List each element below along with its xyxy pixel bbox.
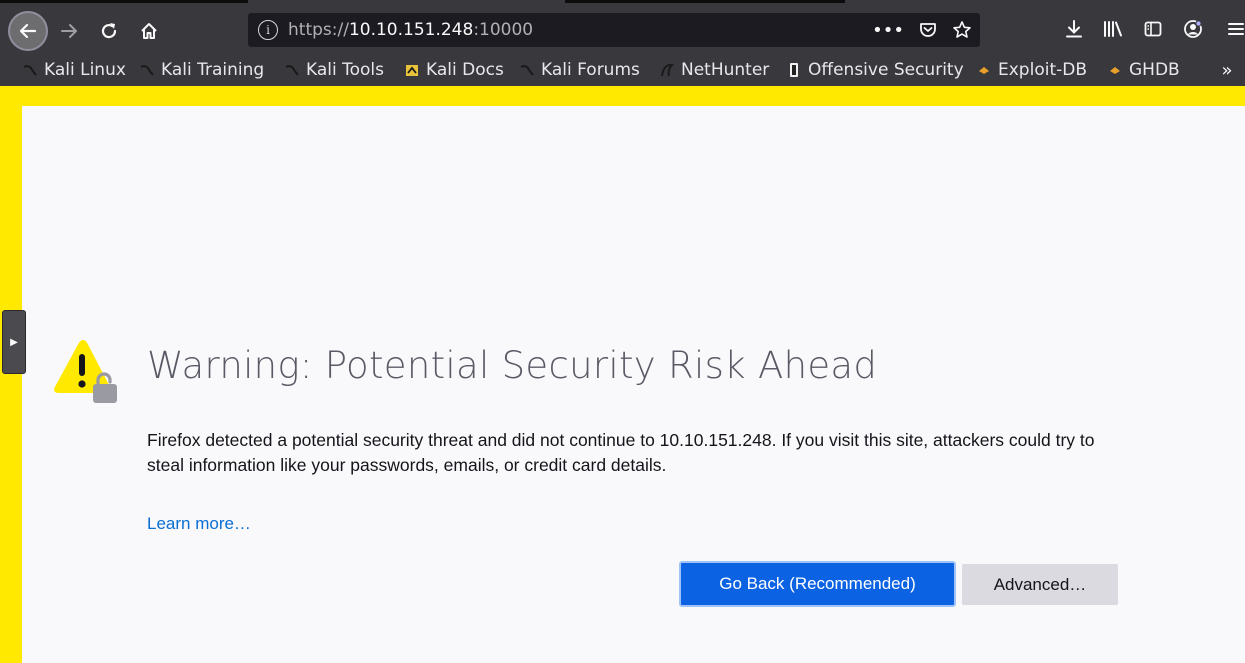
bookmark-label: Kali Linux bbox=[44, 60, 126, 80]
exploitdb-icon bbox=[1107, 62, 1123, 78]
triangle-right-icon: ▶ bbox=[10, 336, 18, 348]
menu-hamburger-icon[interactable] bbox=[1222, 14, 1245, 44]
pocket-icon[interactable] bbox=[918, 20, 938, 40]
home-icon bbox=[141, 23, 157, 39]
kali-dragon-icon bbox=[519, 62, 535, 78]
bookmark-kali-forums[interactable]: Kali Forums bbox=[519, 58, 640, 82]
navigation-toolbar: i https://10.10.151.248:10000 ••• bbox=[0, 0, 1245, 58]
home-button[interactable] bbox=[130, 12, 168, 50]
forward-button[interactable] bbox=[50, 12, 88, 50]
kali-docs-icon bbox=[404, 62, 420, 78]
kali-dragon-icon bbox=[22, 62, 38, 78]
forward-arrow-icon bbox=[61, 24, 77, 38]
tab-strip-edge bbox=[0, 0, 248, 3]
url-port: :10000 bbox=[473, 20, 534, 40]
url-scheme: https:// bbox=[288, 20, 349, 40]
url-host: 10.10.151.248 bbox=[348, 20, 474, 40]
kali-dragon-icon bbox=[139, 62, 155, 78]
bookmark-label: NetHunter bbox=[681, 60, 770, 80]
url-text[interactable]: https://10.10.151.248:10000 bbox=[288, 20, 533, 40]
bookmark-label: Kali Tools bbox=[306, 60, 384, 80]
bookmark-kali-training[interactable]: Kali Training bbox=[139, 58, 264, 82]
learn-more-link[interactable]: Learn more… bbox=[147, 514, 251, 534]
bookmark-label: Exploit-DB bbox=[998, 60, 1087, 80]
back-button[interactable] bbox=[8, 11, 48, 51]
bookmark-label: Kali Forums bbox=[541, 60, 640, 80]
downloads-icon[interactable] bbox=[1060, 14, 1088, 44]
sidebar-handle[interactable]: ▶ bbox=[2, 310, 26, 374]
go-back-button[interactable]: Go Back (Recommended) bbox=[679, 561, 956, 607]
address-bar[interactable]: i https://10.10.151.248:10000 ••• bbox=[248, 13, 980, 47]
bookmark-kali-tools[interactable]: Kali Tools bbox=[284, 58, 384, 82]
warning-description: Firefox detected a potential security th… bbox=[147, 430, 1095, 475]
advanced-button[interactable]: Advanced… bbox=[962, 564, 1118, 605]
bookmark-star-icon[interactable] bbox=[952, 20, 972, 40]
browser-window: i https://10.10.151.248:10000 ••• Kali L… bbox=[0, 0, 1245, 663]
tab-strip-edge bbox=[565, 0, 845, 3]
kali-dragon-icon bbox=[284, 62, 300, 78]
library-icon[interactable] bbox=[1099, 14, 1127, 44]
reload-button[interactable] bbox=[90, 12, 128, 50]
bookmark-label: Kali Docs bbox=[426, 60, 504, 80]
site-info-icon[interactable]: i bbox=[258, 20, 278, 40]
bookmark-label: GHDB bbox=[1129, 60, 1180, 80]
nethunter-icon bbox=[659, 62, 675, 78]
warning-lock-icon bbox=[51, 340, 123, 408]
bookmark-exploit-db[interactable]: Exploit-DB bbox=[976, 58, 1087, 82]
url-actions: ••• bbox=[872, 13, 972, 47]
account-icon[interactable] bbox=[1179, 14, 1207, 44]
bookmark-offensive-security[interactable]: Offensive Security bbox=[786, 58, 964, 82]
page-actions-icon[interactable]: ••• bbox=[872, 20, 904, 41]
reload-icon bbox=[101, 23, 117, 39]
bookmark-ghdb[interactable]: GHDB bbox=[1107, 58, 1180, 82]
bookmark-nethunter[interactable]: NetHunter bbox=[659, 58, 769, 82]
sidebar-toggle-icon[interactable] bbox=[1139, 14, 1167, 44]
bookmark-kali-docs[interactable]: Kali Docs bbox=[404, 58, 504, 82]
bookmark-label: Offensive Security bbox=[808, 60, 964, 80]
bookmarks-toolbar: Kali Linux Kali Training Kali Tools Kali… bbox=[0, 54, 1245, 86]
bookmark-label: Kali Training bbox=[161, 60, 265, 80]
exploitdb-icon bbox=[976, 62, 992, 78]
bookmark-kali-linux[interactable]: Kali Linux bbox=[22, 58, 126, 82]
page-title: Warning: Potential Security Risk Ahead bbox=[147, 344, 878, 387]
offsec-icon bbox=[786, 62, 802, 78]
bookmarks-overflow-chevron-icon[interactable]: » bbox=[1215, 58, 1239, 82]
back-arrow-icon bbox=[19, 23, 37, 39]
